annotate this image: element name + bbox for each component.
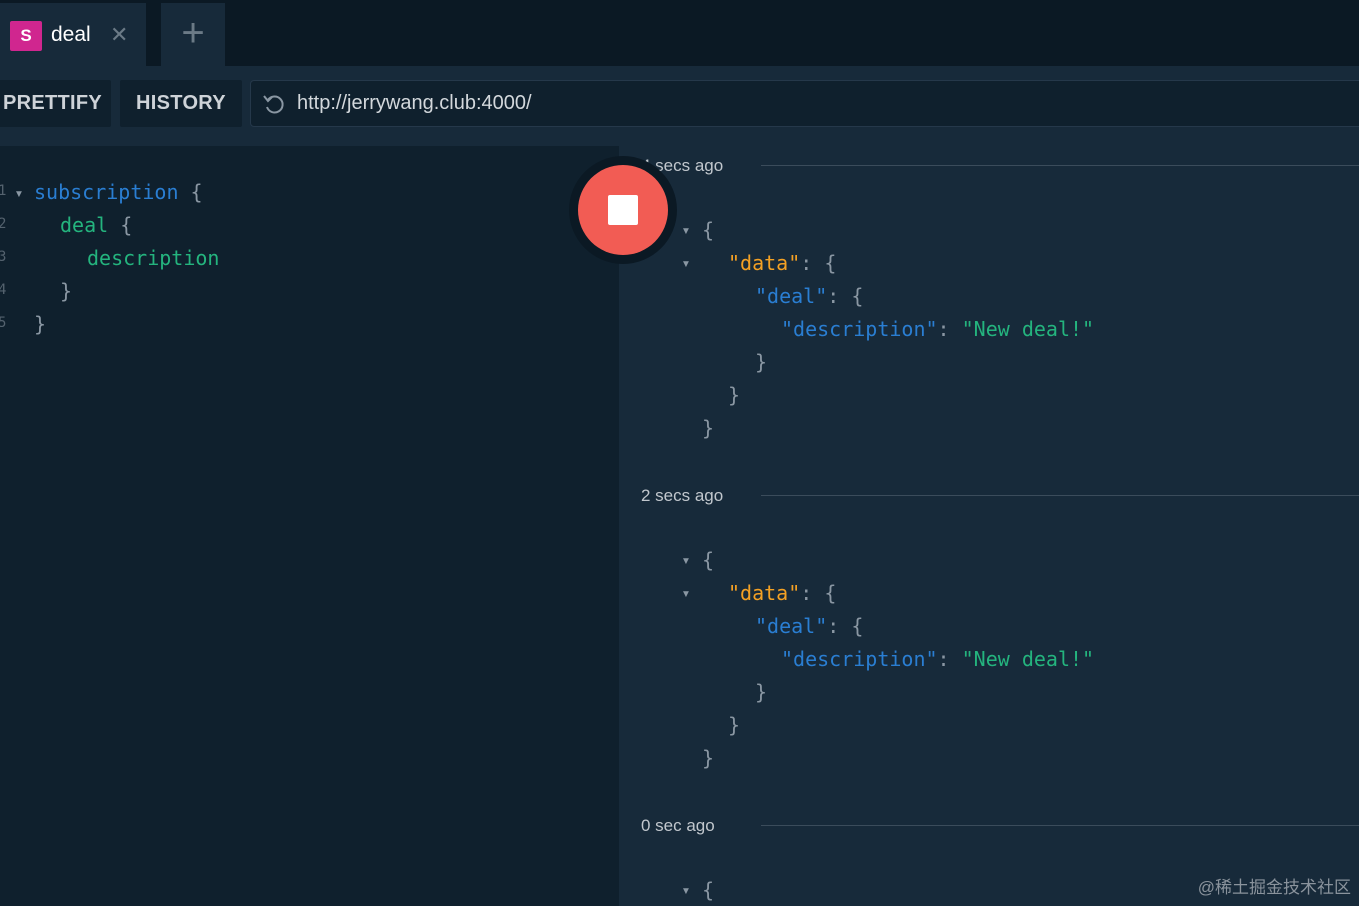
stop-subscription-button[interactable] [578, 165, 668, 255]
code-line-3: description [87, 246, 219, 270]
fold-arrow-icon[interactable]: ▼ [681, 259, 691, 270]
line-number: 2 [0, 216, 7, 232]
prettify-button[interactable]: PRETTIFY [0, 80, 111, 127]
json-open-brace: { [702, 878, 715, 902]
json-key-deal: "deal" [755, 284, 828, 308]
divider [761, 495, 1359, 496]
operation-keyword: subscription [34, 180, 179, 204]
fold-arrow-icon[interactable]: ▼ [14, 189, 24, 200]
divider [761, 825, 1359, 826]
json-key-description: "description" [781, 647, 938, 671]
query-editor[interactable]: 1 2 3 4 5 ▼ subscription { deal { descri… [0, 146, 619, 906]
stop-icon [608, 195, 638, 225]
json-key-deal: "deal" [755, 614, 828, 638]
subscription-badge: S [10, 21, 42, 51]
toolbar: PRETTIFY HISTORY http://jerrywang.club:4… [0, 66, 1359, 146]
tab-bar: S deal ✕ + [0, 0, 1359, 66]
endpoint-url-input[interactable]: http://jerrywang.club:4000/ [250, 80, 1359, 127]
json-close-brace: } [755, 350, 768, 374]
json-key-data: "data" [728, 251, 801, 275]
plus-icon: + [181, 11, 205, 55]
code-line-5: } [34, 312, 47, 336]
tab-title: deal [51, 23, 91, 46]
json-key-data: "data" [728, 581, 801, 605]
json-line-deal: "deal": { [755, 614, 864, 638]
json-value: "New deal!" [961, 317, 1095, 341]
endpoint-url: http://jerrywang.club:4000/ [297, 92, 532, 114]
json-line-description: "description": "New deal!" [781, 647, 1095, 671]
code-line-1: subscription { [34, 180, 203, 204]
line-number: 5 [0, 315, 7, 331]
add-tab-button[interactable]: + [161, 3, 225, 66]
reload-icon[interactable] [261, 91, 287, 117]
json-line-data: "data": { [728, 251, 837, 275]
json-close-brace: } [702, 416, 715, 440]
brace: { [120, 213, 133, 237]
json-line-deal: "deal": { [755, 284, 864, 308]
json-close-brace: } [728, 713, 741, 737]
brace: { [190, 180, 203, 204]
field-deal: deal [60, 213, 109, 237]
line-number: 3 [0, 249, 7, 265]
code-line-4: } [60, 279, 73, 303]
result-timestamp: 0 sec ago [641, 816, 715, 835]
field-description: description [87, 246, 220, 270]
json-value: "New deal!" [961, 647, 1095, 671]
watermark: @稀土掘金技术社区 [1197, 878, 1351, 897]
close-icon[interactable]: ✕ [110, 21, 128, 49]
fold-arrow-icon[interactable]: ▼ [681, 886, 691, 897]
json-line-description: "description": "New deal!" [781, 317, 1095, 341]
json-close-brace: } [702, 746, 715, 770]
result-timestamp: 2 secs ago [641, 486, 724, 505]
line-number: 4 [0, 282, 7, 298]
json-line-data: "data": { [728, 581, 837, 605]
fold-arrow-icon[interactable]: ▼ [681, 226, 691, 237]
fold-arrow-icon[interactable]: ▼ [681, 589, 691, 600]
json-open-brace: { [702, 548, 715, 572]
fold-arrow-icon[interactable]: ▼ [681, 556, 691, 567]
json-close-brace: } [728, 383, 741, 407]
json-open-brace: { [702, 218, 715, 242]
history-button[interactable]: HISTORY [120, 80, 242, 127]
tab-deal[interactable]: S deal ✕ [0, 3, 146, 66]
json-key-description: "description" [781, 317, 938, 341]
code-line-2: deal { [60, 213, 132, 237]
line-number: 1 [0, 183, 7, 199]
json-close-brace: } [755, 680, 768, 704]
results-pane: 4 secs ago ▼ { ▼ "data": { "deal": { "de… [619, 146, 1359, 906]
divider [761, 165, 1359, 166]
